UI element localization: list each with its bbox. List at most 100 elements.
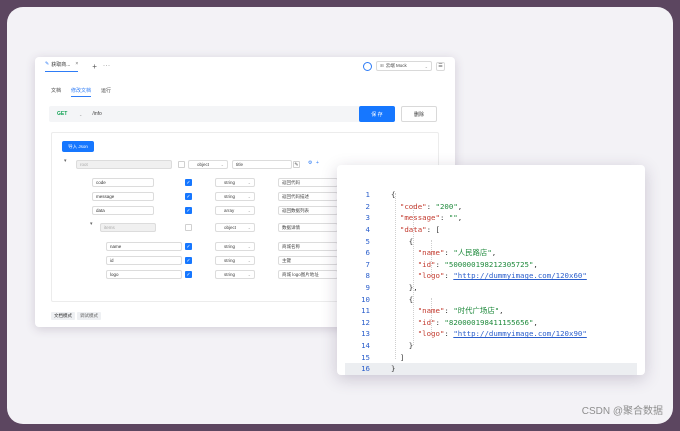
required-checkbox-data[interactable]: ✓ [185,207,192,214]
type-label: string [224,244,236,249]
root-desc-field[interactable]: title [232,160,292,169]
line-number: 3 [365,213,370,223]
save-button[interactable]: 保 存 [359,106,395,122]
json-string: "500000198212305725" [444,259,534,269]
edit-icon: ✎ [45,61,50,67]
code-line: 14 } [337,340,645,352]
field-name-code[interactable]: code [92,178,154,187]
chevron-down-icon: ⌄ [247,258,251,263]
code-line: 10 { [337,293,645,305]
doc-mode-button[interactable]: 文档模式 [51,312,75,320]
type-select-logo[interactable]: string ⌄ [215,270,255,279]
plus-icon[interactable]: + [92,62,97,71]
code-text: "logo": "http://dummyimage.com/120x60" [417,271,587,281]
collapse-icon[interactable]: ▾ [64,158,67,164]
desc-field-code[interactable]: 返回代码 [278,178,338,187]
line-number: 8 [365,271,370,281]
line-number: 7 [365,259,370,269]
line-number: 6 [365,248,370,258]
environment-group: ⊞ 云端 Mock ⌄ ☰ [363,61,445,71]
json-string: "" [448,213,458,223]
json-key: "logo" [417,329,445,339]
required-checkbox-code[interactable]: ✓ [185,179,192,186]
type-label: object [224,225,237,230]
menu-icon[interactable]: ☰ [436,61,445,71]
file-tab[interactable]: ✎ 获取商... × [45,60,79,72]
type-select-name[interactable]: string ⌄ [215,242,255,251]
json-key: "id" [417,259,436,269]
desc-field-data[interactable]: 返回数据列表 [278,206,338,215]
code-text: { [391,236,414,246]
method-select[interactable]: GET [57,111,79,117]
add-icon[interactable]: + [316,160,319,166]
code-line: 4 "data": [ [337,224,645,236]
desc-field-message[interactable]: 返回代码描述 [278,192,338,201]
line-number: 15 [361,352,370,362]
debug-mode-button[interactable]: 调试模式 [77,312,101,320]
tab-run[interactable]: 运行 [101,87,111,97]
url-bar: GET ⌄ /info [49,106,361,122]
path-input[interactable]: /info [92,111,101,117]
field-name-message[interactable]: message [92,192,154,201]
edit-icon[interactable]: ✎ [293,161,300,168]
code-line: 8 "logo": "http://dummyimage.com/120x60" [337,270,645,282]
close-icon[interactable]: × [75,61,78,67]
chevron-down-icon: ⌄ [247,272,251,277]
field-name-data[interactable]: data [92,206,154,215]
type-select-code[interactable]: string ⌄ [215,178,255,187]
json-key: "logo" [417,271,445,281]
root-name-field: root [76,160,172,169]
field-name-name[interactable]: name [106,242,182,251]
tab-edit-doc[interactable]: 修改文档 [71,87,92,97]
code-text: "data": [ [399,225,440,235]
root-type-select[interactable]: object ⌄ [188,160,228,169]
field-name-id[interactable]: id [106,256,182,265]
environment-label: 云端 Mock [385,63,407,68]
required-checkbox-id[interactable]: ✓ [185,257,192,264]
type-select-id[interactable]: string ⌄ [215,256,255,265]
type-select-data[interactable]: array ⌄ [215,206,255,215]
environment-status-icon[interactable] [363,61,372,71]
code-text: "id": "820000198411155656", [417,317,538,327]
json-string: "820000198411155656" [444,317,534,327]
code-line: 6 "name": "人民路店", [337,247,645,259]
desc-field-id[interactable]: 主键 [278,256,338,265]
tab-bar: ✎ 获取商... × + ··· ⊞ 云端 Mock ⌄ ☰ [35,57,455,75]
collapse-icon[interactable]: ▾ [90,221,93,227]
settings-icon[interactable]: ⚙ [308,160,312,166]
required-checkbox-logo[interactable]: ✓ [185,271,192,278]
code-text: { [391,190,396,200]
line-number: 2 [365,201,370,211]
code-line: 12 "id": "820000198411155656", [337,317,645,329]
code-line-current: 16} [345,363,637,375]
code-text: "name": "时代广场店", [417,306,504,316]
code-text: { [391,294,414,304]
type-select-message[interactable]: string ⌄ [215,192,255,201]
environment-select[interactable]: ⊞ 云端 Mock ⌄ [376,61,432,71]
code-line: 11 "name": "时代广场店", [337,305,645,317]
desc-field-items[interactable]: 数据详情 [278,223,338,232]
field-name-logo[interactable]: logo [106,270,182,279]
import-json-button[interactable]: 导入 Json [62,141,94,152]
root-required-checkbox [178,161,185,168]
code-line: 7 "id": "500000198212305725", [337,259,645,271]
code-text: ] [391,352,405,362]
type-label: string [224,180,236,185]
json-key: "code" [399,201,427,211]
code-text: }, [391,283,418,293]
required-checkbox-message[interactable]: ✓ [185,193,192,200]
watermark: CSDN @聚合数据 [581,406,663,417]
desc-field-name[interactable]: 商城名称 [278,242,338,251]
chevron-down-icon: ⌄ [247,194,251,199]
tab-doc[interactable]: 文档 [51,87,61,97]
type-select-items[interactable]: object ⌄ [215,223,255,232]
required-checkbox-name[interactable]: ✓ [185,243,192,250]
json-url-link[interactable]: "http://dummyimage.com/120x60" [453,271,587,280]
chevron-down-icon: ⌄ [247,225,251,230]
grid-icon: ⊞ [380,63,384,68]
delete-button[interactable]: 删除 [401,106,437,122]
line-number: 11 [361,306,370,316]
desc-field-logo[interactable]: 商城 logo图片地址 [278,270,338,279]
more-icon[interactable]: ··· [103,63,111,69]
json-url-link[interactable]: "http://dummyimage.com/120x90" [453,329,587,338]
